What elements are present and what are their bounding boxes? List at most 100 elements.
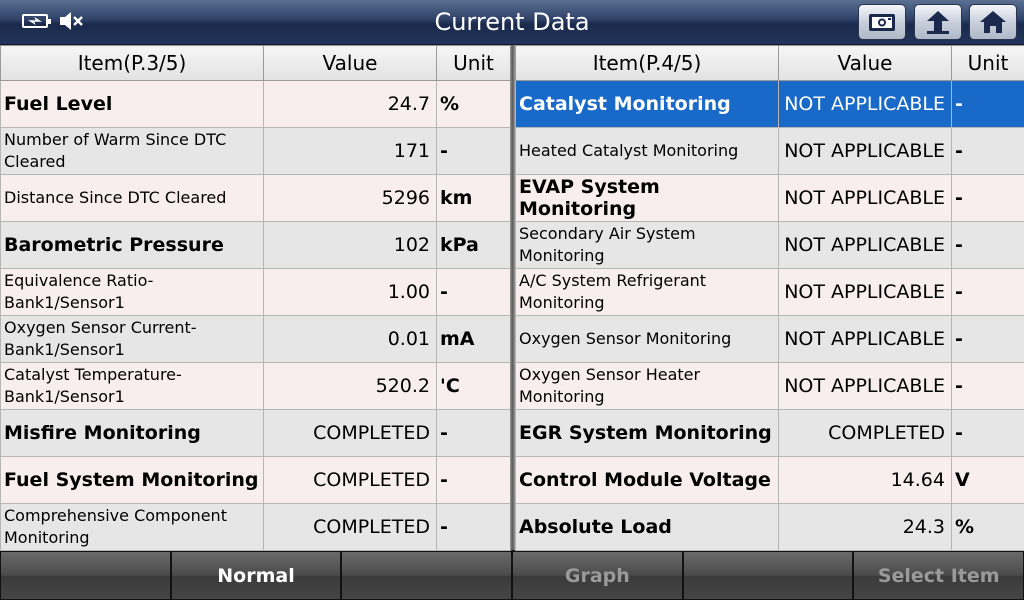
row-value: NOT APPLICABLE	[778, 174, 952, 222]
table-row[interactable]: Catalyst Temperature-Bank1/Sensor1 520.2 '…	[0, 362, 511, 410]
row-item-name: Oxygen Sensor Current-Bank1/Sensor1	[0, 315, 264, 363]
row-item-name: EGR System Monitoring	[515, 409, 779, 457]
row-item-name: Barometric Pressure	[0, 221, 264, 269]
row-value: NOT APPLICABLE	[778, 80, 952, 128]
empty-button-3[interactable]	[341, 551, 513, 600]
row-value: NOT APPLICABLE	[778, 268, 952, 316]
table-row[interactable]: EGR System Monitoring COMPLETED -	[515, 409, 1024, 457]
row-value: NOT APPLICABLE	[778, 315, 952, 363]
row-value: COMPLETED	[263, 503, 437, 551]
home-icon	[980, 11, 1006, 33]
row-unit: kPa	[436, 221, 511, 269]
table-row[interactable]: Heated Catalyst Monitoring NOT APPLICABLE…	[515, 127, 1024, 175]
column-header-unit: Unit	[951, 45, 1024, 81]
row-unit: mA	[436, 315, 511, 363]
row-value: 5296	[263, 174, 437, 222]
select-item-button[interactable]: Select Item	[853, 551, 1024, 600]
row-item-name: Distance Since DTC Cleared	[0, 174, 264, 222]
table-row[interactable]: Control Module Voltage 14.64 V	[515, 456, 1024, 504]
row-value: 520.2	[263, 362, 437, 410]
row-item-name: Oxygen Sensor Monitoring	[515, 315, 779, 363]
column-header-value: Value	[263, 45, 437, 81]
row-unit: V	[951, 456, 1024, 504]
row-value: 0.01	[263, 315, 437, 363]
right-data-table: Item(P.4/5) Value Unit Catalyst Monitori…	[515, 45, 1024, 551]
row-item-name: Equivalence Ratio-Bank1/Sensor1	[0, 268, 264, 316]
row-item-name: Fuel System Monitoring	[0, 456, 264, 504]
table-row[interactable]: Oxygen Sensor Heater Monitoring NOT APPLI…	[515, 362, 1024, 410]
table-row[interactable]: Secondary Air System Monitoring NOT APPLI…	[515, 221, 1024, 269]
table-row[interactable]: Fuel Level 24.7%	[0, 80, 511, 128]
row-item-name: Absolute Load	[515, 503, 779, 551]
camera-icon	[869, 14, 895, 31]
row-unit: -	[951, 268, 1024, 316]
bottom-toolbar: Normal Graph Select Item	[0, 551, 1024, 600]
column-header-unit: Unit	[436, 45, 511, 81]
table-row[interactable]: EVAP System Monitoring NOT APPLICABLE -	[515, 174, 1024, 222]
row-value: 1.00	[263, 268, 437, 316]
normal-button[interactable]: Normal	[170, 551, 342, 600]
row-item-name: Secondary Air System Monitoring	[515, 221, 779, 269]
column-header-item: Item(P.4/5)	[515, 45, 779, 81]
row-value: NOT APPLICABLE	[778, 221, 952, 269]
row-item-name: Number of Warm Since DTC Cleared	[0, 127, 264, 175]
row-value: 102	[263, 221, 437, 269]
table-row[interactable]: Barometric Pressure 102 kPa	[0, 221, 511, 269]
row-item-name: Oxygen Sensor Heater Monitoring	[515, 362, 779, 410]
row-value: COMPLETED	[263, 409, 437, 457]
row-unit: -	[436, 503, 511, 551]
row-item-name: Catalyst Temperature-Bank1/Sensor1	[0, 362, 264, 410]
row-unit: -	[951, 409, 1024, 457]
left-data-table: Item(P.3/5) Value Unit Fuel Level 24.7% Nu…	[0, 45, 511, 551]
empty-button-5[interactable]	[682, 551, 854, 600]
back-button[interactable]	[914, 4, 962, 40]
table-row[interactable]: Misfire Monitoring COMPLETED -	[0, 409, 511, 457]
row-item-name: Heated Catalyst Monitoring	[515, 127, 779, 175]
row-value: 171	[263, 127, 437, 175]
graph-button[interactable]: Graph	[512, 551, 683, 600]
row-unit: -	[436, 409, 511, 457]
row-unit: -	[436, 268, 511, 316]
table-row[interactable]: Comprehensive Component Monitoring COMPLE…	[0, 503, 511, 551]
column-header-value: Value	[778, 45, 952, 81]
column-header-item: Item(P.3/5)	[0, 45, 264, 81]
row-item-name: Misfire Monitoring	[0, 409, 264, 457]
row-value: NOT APPLICABLE	[778, 362, 952, 410]
table-row[interactable]: Distance Since DTC Cleared 5296 km	[0, 174, 511, 222]
row-unit: -	[436, 456, 511, 504]
table-row[interactable]: Oxygen Sensor Monitoring NOT APPLICABLE -	[515, 315, 1024, 363]
row-unit: -	[951, 221, 1024, 269]
row-item-name: A/C System Refrigerant Monitoring	[515, 268, 779, 316]
row-item-name: Comprehensive Component Monitoring	[0, 503, 264, 551]
table-row[interactable]: Absolute Load 24.3%	[515, 503, 1024, 551]
row-unit: km	[436, 174, 511, 222]
row-value: COMPLETED	[263, 456, 437, 504]
row-item-name: EVAP System Monitoring	[515, 174, 779, 222]
table-row[interactable]: Equivalence Ratio-Bank1/Sensor1 1.00-	[0, 268, 511, 316]
row-unit: %	[951, 503, 1024, 551]
table-row[interactable]: Fuel System Monitoring COMPLETED -	[0, 456, 511, 504]
row-unit: -	[436, 127, 511, 175]
table-row[interactable]: Oxygen Sensor Current-Bank1/Sensor1 0.01 m…	[0, 315, 511, 363]
title-bar: Current Data	[0, 0, 1024, 45]
row-item-name: Fuel Level	[0, 80, 264, 128]
table-row[interactable]: A/C System Refrigerant Monitoring NOT APP…	[515, 268, 1024, 316]
empty-button-1[interactable]	[0, 551, 171, 600]
table-row[interactable]: Catalyst Monitoring NOT APPLICABLE -	[515, 80, 1024, 128]
row-value: 14.64	[778, 456, 952, 504]
row-unit: -	[951, 127, 1024, 175]
row-item-name: Catalyst Monitoring	[515, 80, 779, 128]
row-value: COMPLETED	[778, 409, 952, 457]
row-item-name: Control Module Voltage	[515, 456, 779, 504]
row-value: 24.3	[778, 503, 952, 551]
row-unit: -	[951, 174, 1024, 222]
row-unit: -	[951, 315, 1024, 363]
row-unit: 'C	[436, 362, 511, 410]
table-row[interactable]: Number of Warm Since DTC Cleared 171-	[0, 127, 511, 175]
screenshot-button[interactable]	[858, 4, 906, 40]
home-button[interactable]	[969, 4, 1017, 40]
row-value: 24.7	[263, 80, 437, 128]
row-unit: -	[951, 80, 1024, 128]
row-unit: %	[436, 80, 511, 128]
row-value: NOT APPLICABLE	[778, 127, 952, 175]
